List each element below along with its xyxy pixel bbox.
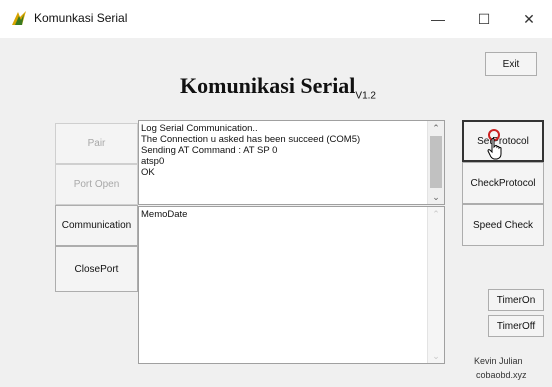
port-open-button[interactable]: Port Open <box>55 164 138 205</box>
close-port-button[interactable]: ClosePort <box>55 246 138 292</box>
minimize-icon: — <box>431 11 445 27</box>
log-line: atsp0 <box>141 156 165 167</box>
log-line: OK <box>141 167 155 178</box>
log-line: The Connection u asked has been succeed … <box>141 134 361 145</box>
window-title: Komunkasi Serial <box>34 11 128 25</box>
speed-check-button[interactable]: Speed Check <box>462 204 544 246</box>
scroll-up-icon[interactable]: ⌃ <box>428 207 444 221</box>
check-protocol-button[interactable]: CheckProtocol <box>462 162 544 204</box>
date-memo[interactable]: MemoDate ⌃ ⌄ <box>138 206 445 364</box>
scroll-up-icon[interactable]: ⌃ <box>428 121 444 135</box>
hand-pointer-icon <box>487 138 503 160</box>
exit-button[interactable]: Exit <box>485 52 537 76</box>
timer-on-button[interactable]: TimerOn <box>488 289 544 311</box>
date-memo-text: MemoDate <box>141 209 188 220</box>
timer-off-button[interactable]: TimerOff <box>488 315 544 337</box>
communication-button[interactable]: Communication <box>55 205 138 246</box>
maximize-button[interactable]: ☐ <box>461 0 507 38</box>
maximize-icon: ☐ <box>477 10 491 27</box>
close-button[interactable]: ✕ <box>506 0 552 38</box>
pair-button[interactable]: Pair <box>55 123 138 164</box>
scroll-down-icon[interactable]: ⌄ <box>428 349 444 363</box>
credit-name: Kevin Julian <box>474 356 523 366</box>
scroll-down-icon[interactable]: ⌄ <box>428 190 444 204</box>
log-lines: Log Serial Communication.. The Connectio… <box>141 123 426 178</box>
close-icon: ✕ <box>523 10 535 27</box>
app-heading-text: Komunikasi Serial <box>180 73 356 98</box>
minimize-button[interactable]: — <box>415 0 461 38</box>
title-bar: Komunkasi Serial — ☐ ✕ <box>0 0 552 38</box>
log-memo[interactable]: Log Serial Communication.. The Connectio… <box>138 120 445 205</box>
app-heading: Komunikasi SerialV1.2 <box>180 73 376 101</box>
date-memo-scrollbar[interactable]: ⌃ ⌄ <box>427 207 444 363</box>
log-scrollbar[interactable]: ⌃ ⌄ <box>427 121 444 204</box>
set-protocol-button[interactable]: SetProtocol <box>462 120 544 162</box>
app-logo-icon <box>10 9 28 27</box>
log-line: Log Serial Communication.. <box>141 123 258 134</box>
credit-site: cobaobd.xyz <box>476 370 527 380</box>
scroll-thumb[interactable] <box>430 136 442 188</box>
log-line: Sending AT Command : AT SP 0 <box>141 145 278 156</box>
version-label: V1.2 <box>355 90 376 102</box>
